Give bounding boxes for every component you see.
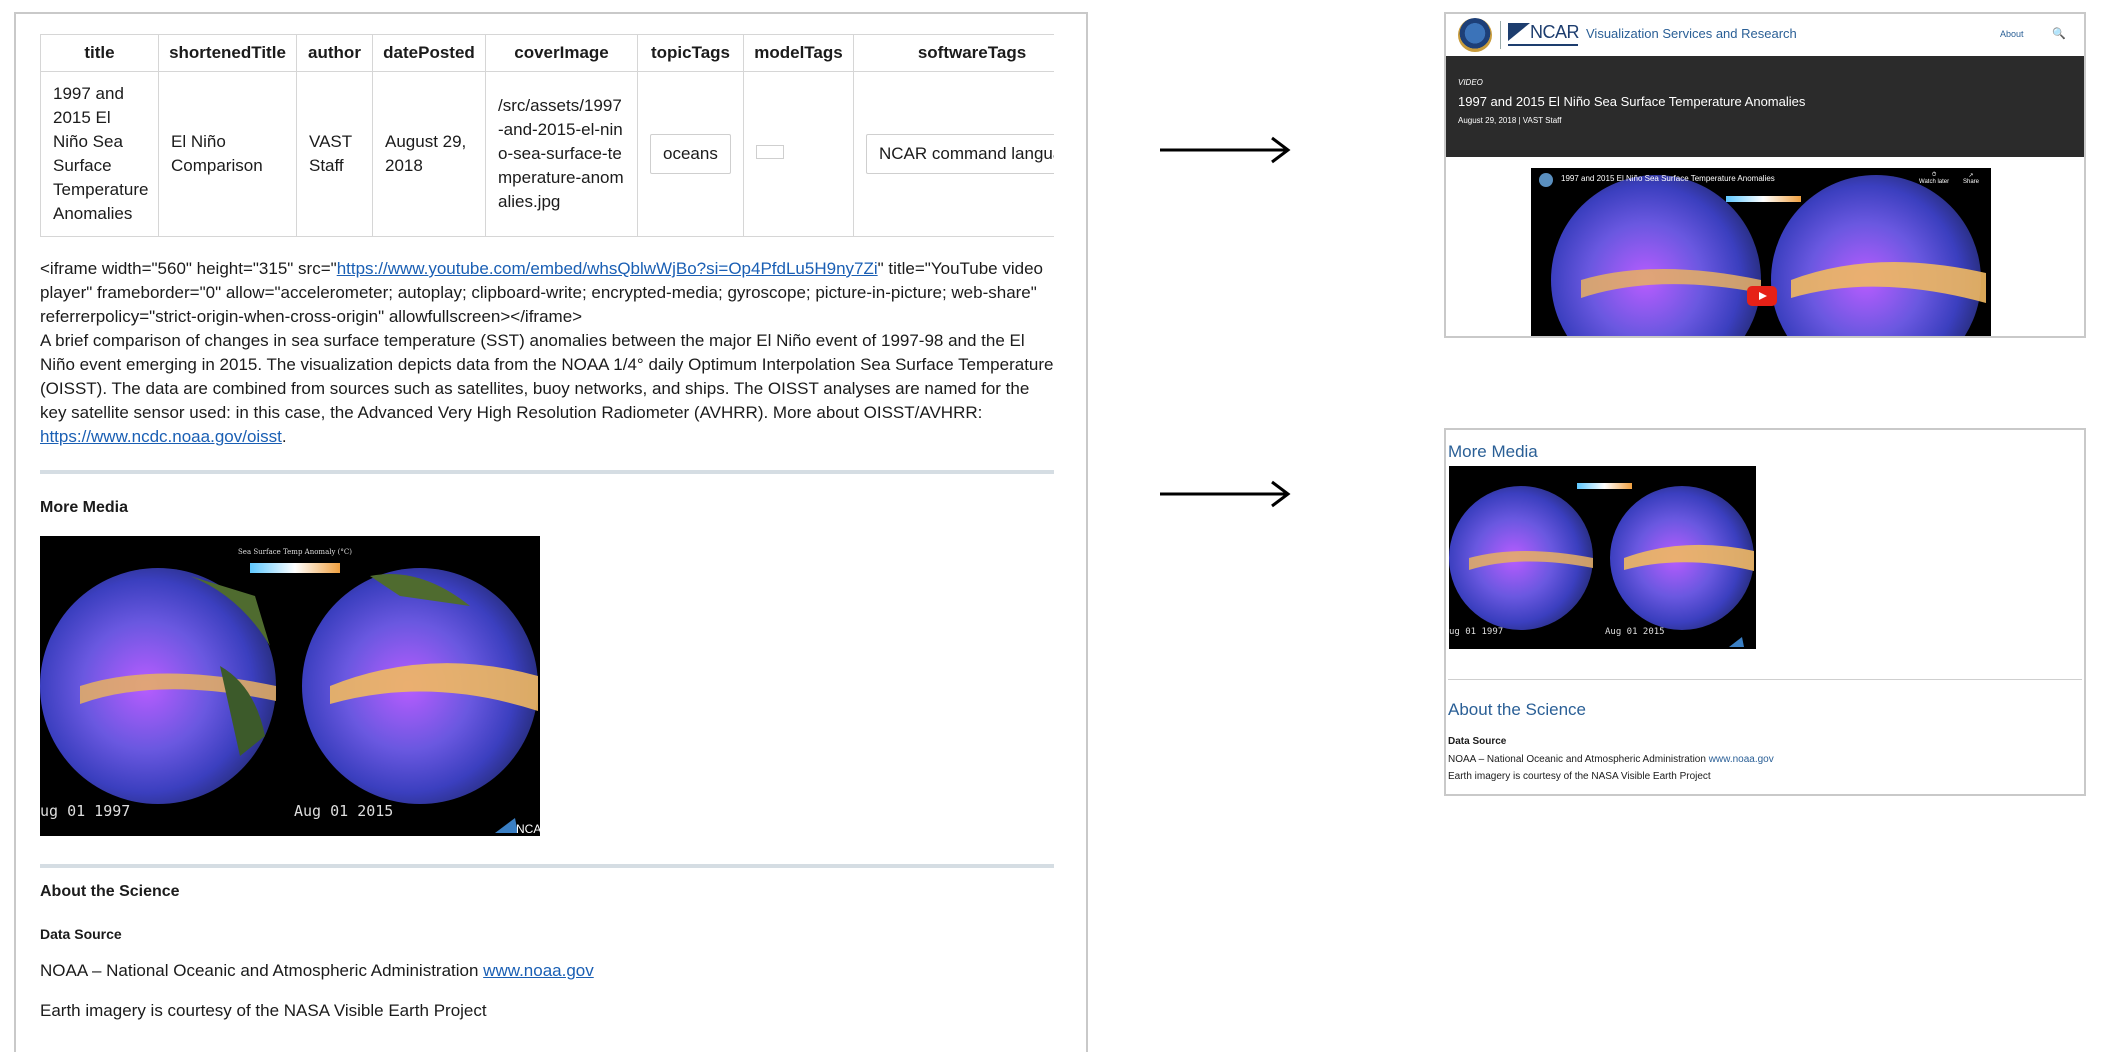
software-tag: NCAR command langua [866,134,1054,174]
share-icon[interactable]: ↗ Share [1963,172,1979,185]
ncar-logo-underline [1508,44,1578,46]
column-header: topicTags [637,34,744,72]
description: A brief comparison of changes in sea sur… [40,329,1054,449]
more-media-heading: More Media [1448,442,1538,461]
video-thumbnail [1531,168,1991,336]
iframe-code: <iframe width="560" height="315" src="ht… [40,257,1054,329]
topic-tag: oceans [650,134,731,174]
site-preview-bottom: More Media ug 01 1997 Aug 01 2015 About … [1444,428,2086,796]
metadata-table: title shortenedTitle author datePosted c… [40,34,1054,237]
noaa-text: NOAA – National Oceanic and Atmospheric … [40,961,484,980]
youtube-embed-link[interactable]: https://www.youtube.com/embed/whsQblwWjB… [337,259,878,278]
cell-date-posted: August 29, 2018 [372,71,486,237]
youtube-play-icon[interactable] [1747,286,1777,306]
earth-credit: Earth imagery is courtesy of the NASA Vi… [40,1001,487,1020]
watch-later-icon[interactable]: ⏱ Watch later [1919,172,1949,185]
cell-topic-tags: oceans [637,71,744,237]
hero-meta: August 29, 2018 | VAST Staff [1458,116,1562,125]
cell-model-tags [743,71,854,237]
right-arrow-icon [1160,480,1291,508]
column-header: softwareTags [853,34,1054,72]
hero-kicker: VIDEO [1458,78,1483,87]
el-nino-comparison-image[interactable]: ug 01 1997 Aug 01 2015 [1449,466,1756,649]
body-text: <iframe width="560" height="315" src="ht… [40,257,1054,449]
search-icon[interactable]: 🔍 [2052,27,2066,40]
table-row: 1997 and 2015 El Niño Sea Surface Temper… [40,71,1054,237]
logo-divider [1500,21,1501,49]
cell-shortened-title: El Niño Comparison [158,71,297,237]
earth-credit: Earth imagery is courtesy of the NASA Vi… [1448,771,1711,782]
metadata-table-wrapper: title shortenedTitle author datePosted c… [40,34,1054,244]
oisst-link[interactable]: https://www.ncdc.noaa.gov/oisst [40,427,282,446]
nsf-logo-icon [1458,18,1492,52]
image-legend: Sea Surface Temp Anomaly (°C) [238,548,352,556]
model-tag-empty [756,145,784,159]
share-label: Share [1963,179,1980,185]
column-header: shortenedTitle [158,34,297,72]
image-date-right: Aug 01 2015 [294,802,393,820]
cell-title: 1997 and 2015 El Niño Sea Surface Temper… [40,71,159,237]
column-header: datePosted [372,34,486,72]
noaa-credit: NOAA – National Oceanic and Atmospheric … [1448,754,1774,765]
right-arrow-icon [1160,136,1291,164]
image-logo: NCA [516,822,540,836]
cell-author: VAST Staff [296,71,373,237]
channel-icon[interactable] [1539,173,1553,187]
image-date-left: ug 01 1997 [1449,627,1503,637]
column-header: coverImage [485,34,638,72]
section-divider [1448,679,2082,680]
ncar-logo[interactable]: NCAR [1530,22,1580,43]
cell-cover-image: /src/assets/1997-and-2015-el-nino-sea-su… [485,71,638,237]
column-header: title [40,34,159,72]
column-header: author [296,34,373,72]
video-title[interactable]: 1997 and 2015 El Niño Sea Surface Temper… [1561,174,1775,183]
image-date-right: Aug 01 2015 [1605,627,1665,637]
section-divider [40,864,1054,868]
column-header: modelTags [743,34,854,72]
table-header-row: title shortenedTitle author datePosted c… [40,34,1054,72]
el-nino-comparison-image[interactable]: Sea Surface Temp Anomaly (°C) ug 01 1997… [40,536,540,836]
about-heading: About the Science [1448,700,1586,719]
data-source-heading: Data Source [40,926,122,942]
site-header: NCAR Visualization Services and Research… [1446,14,2084,56]
noaa-text: NOAA – National Oceanic and Atmospheric … [1448,754,1709,765]
watch-later-label: Watch later [1919,179,1950,185]
nav-about[interactable]: About [2000,29,2024,39]
noaa-link[interactable]: www.noaa.gov [1709,754,1774,765]
noaa-link[interactable]: www.noaa.gov [483,961,594,980]
cell-software-tags: NCAR command langua [853,71,1054,237]
markdown-preview-panel: title shortenedTitle author datePosted c… [14,12,1088,1052]
hero-title: 1997 and 2015 El Niño Sea Surface Temper… [1458,94,1806,109]
hero-banner: VIDEO 1997 and 2015 El Niño Sea Surface … [1446,56,2084,157]
data-source-heading: Data Source [1448,736,1507,747]
section-divider [40,470,1054,474]
ncar-mark-icon [1508,23,1530,41]
period: . [281,427,287,446]
noaa-credit: NOAA – National Oceanic and Atmospheric … [40,961,594,981]
youtube-video-embed[interactable]: 1997 and 2015 El Niño Sea Surface Temper… [1531,168,1991,336]
video-area: 1997 and 2015 El Niño Sea Surface Temper… [1446,157,2084,336]
image-date-left: ug 01 1997 [40,802,130,820]
description-text: A brief comparison of changes in sea sur… [40,331,1054,422]
about-heading: About the Science [40,883,180,900]
iframe-prefix: <iframe width="560" height="315" src=" [40,259,337,278]
more-media-heading: More Media [40,499,129,516]
site-preview-top: NCAR Visualization Services and Research… [1444,12,2086,338]
site-title[interactable]: Visualization Services and Research [1586,26,1797,41]
